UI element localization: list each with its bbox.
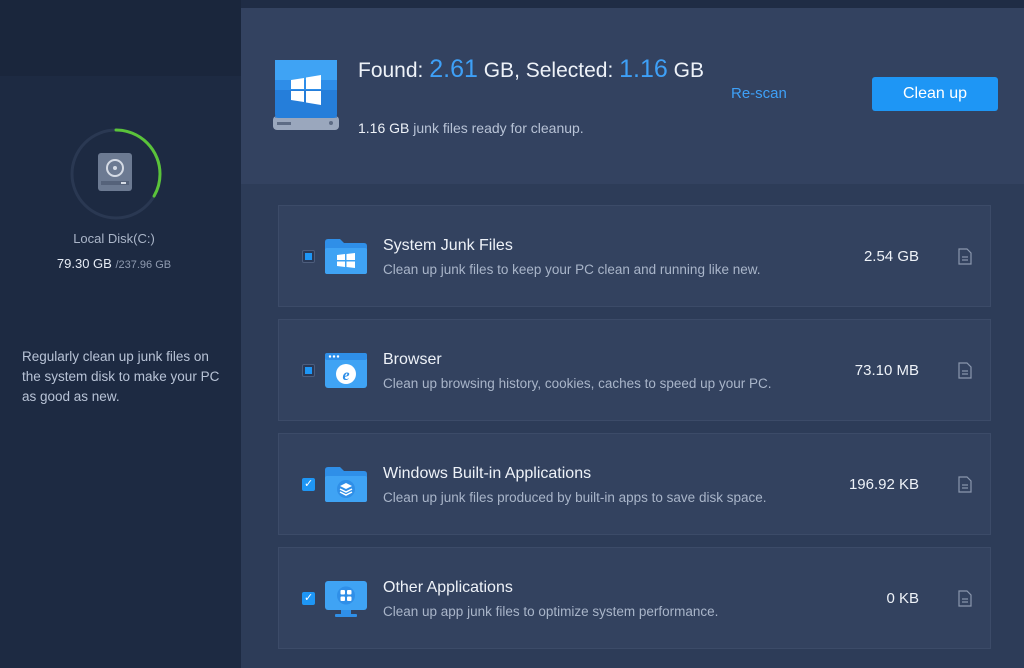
sidebar-tip: Regularly clean up junk files on the sys… xyxy=(22,349,220,404)
disk-total: /237.96 GB xyxy=(115,259,172,271)
category-card-system-junk[interactable]: System Junk Files Clean up junk files to… xyxy=(278,205,991,307)
clean-up-button[interactable]: Clean up xyxy=(872,77,998,111)
category-checkbox[interactable] xyxy=(302,250,315,263)
found-unit: GB, Selected: xyxy=(477,59,620,82)
category-title: Windows Built-in Applications xyxy=(383,465,592,482)
disk-usage-ring xyxy=(68,126,164,222)
disk-usage-text: 79.30 GB /237.96 GB xyxy=(0,256,228,271)
details-document-icon[interactable] xyxy=(958,248,972,265)
details-document-icon[interactable] xyxy=(958,590,972,607)
category-size: 2.54 GB xyxy=(863,248,919,265)
category-description: Clean up junk files to keep your PC clea… xyxy=(383,262,761,277)
details-document-icon[interactable] xyxy=(958,476,972,493)
windows-drive-icon xyxy=(273,60,339,130)
found-summary: Found: 2.61 GB, Selected: 1.16 GB xyxy=(358,55,704,84)
category-card-windows-builtin-apps[interactable]: Windows Built-in Applications Clean up j… xyxy=(278,433,991,535)
category-size: 73.10 MB xyxy=(854,362,919,379)
apps-monitor-icon xyxy=(325,581,367,617)
windows-folder-icon xyxy=(325,239,367,274)
category-title: Browser xyxy=(383,351,442,368)
category-description: Clean up junk files produced by built-in… xyxy=(383,490,767,505)
disk-used: 79.30 GB xyxy=(56,256,112,271)
category-size: 0 KB xyxy=(886,590,919,607)
category-card-other-apps[interactable]: Other Applications Clean up app junk fil… xyxy=(278,547,991,649)
found-label: Found: xyxy=(358,59,430,82)
category-description: Clean up app junk files to optimize syst… xyxy=(383,604,719,619)
category-description: Clean up browsing history, cookies, cach… xyxy=(383,376,772,391)
disk-name: Local Disk(C:) xyxy=(73,231,155,246)
sidebar-top-band xyxy=(0,0,241,76)
found-value: 2.61 xyxy=(429,55,478,83)
ready-summary: 1.16 GB junk files ready for cleanup. xyxy=(358,120,584,136)
category-checkbox[interactable] xyxy=(302,591,315,605)
ready-text: junk files ready for cleanup. xyxy=(409,120,584,136)
details-document-icon[interactable] xyxy=(958,362,972,379)
category-checkbox[interactable] xyxy=(302,477,315,491)
hard-disk-icon xyxy=(98,153,132,191)
rescan-link[interactable]: Re-scan xyxy=(731,85,787,102)
main-panel: Found: 2.61 GB, Selected: 1.16 GB 1.16 G… xyxy=(241,8,1024,668)
svg-text:e: e xyxy=(342,367,349,384)
category-checkbox[interactable] xyxy=(302,364,315,377)
browser-window-icon: e xyxy=(325,353,367,388)
selected-value: 1.16 xyxy=(619,55,668,83)
category-title: System Junk Files xyxy=(383,237,513,254)
selected-unit: GB xyxy=(667,59,704,82)
category-card-browser[interactable]: e Browser Clean up browsing history, coo… xyxy=(278,319,991,421)
layers-folder-icon xyxy=(325,467,367,502)
category-size: 196.92 KB xyxy=(848,476,919,493)
scan-summary-header: Found: 2.61 GB, Selected: 1.16 GB 1.16 G… xyxy=(241,8,1024,184)
category-title: Other Applications xyxy=(383,579,513,596)
ready-value: 1.16 GB xyxy=(358,120,410,136)
sidebar: Local Disk(C:) 79.30 GB /237.96 GB Regul… xyxy=(0,0,241,668)
